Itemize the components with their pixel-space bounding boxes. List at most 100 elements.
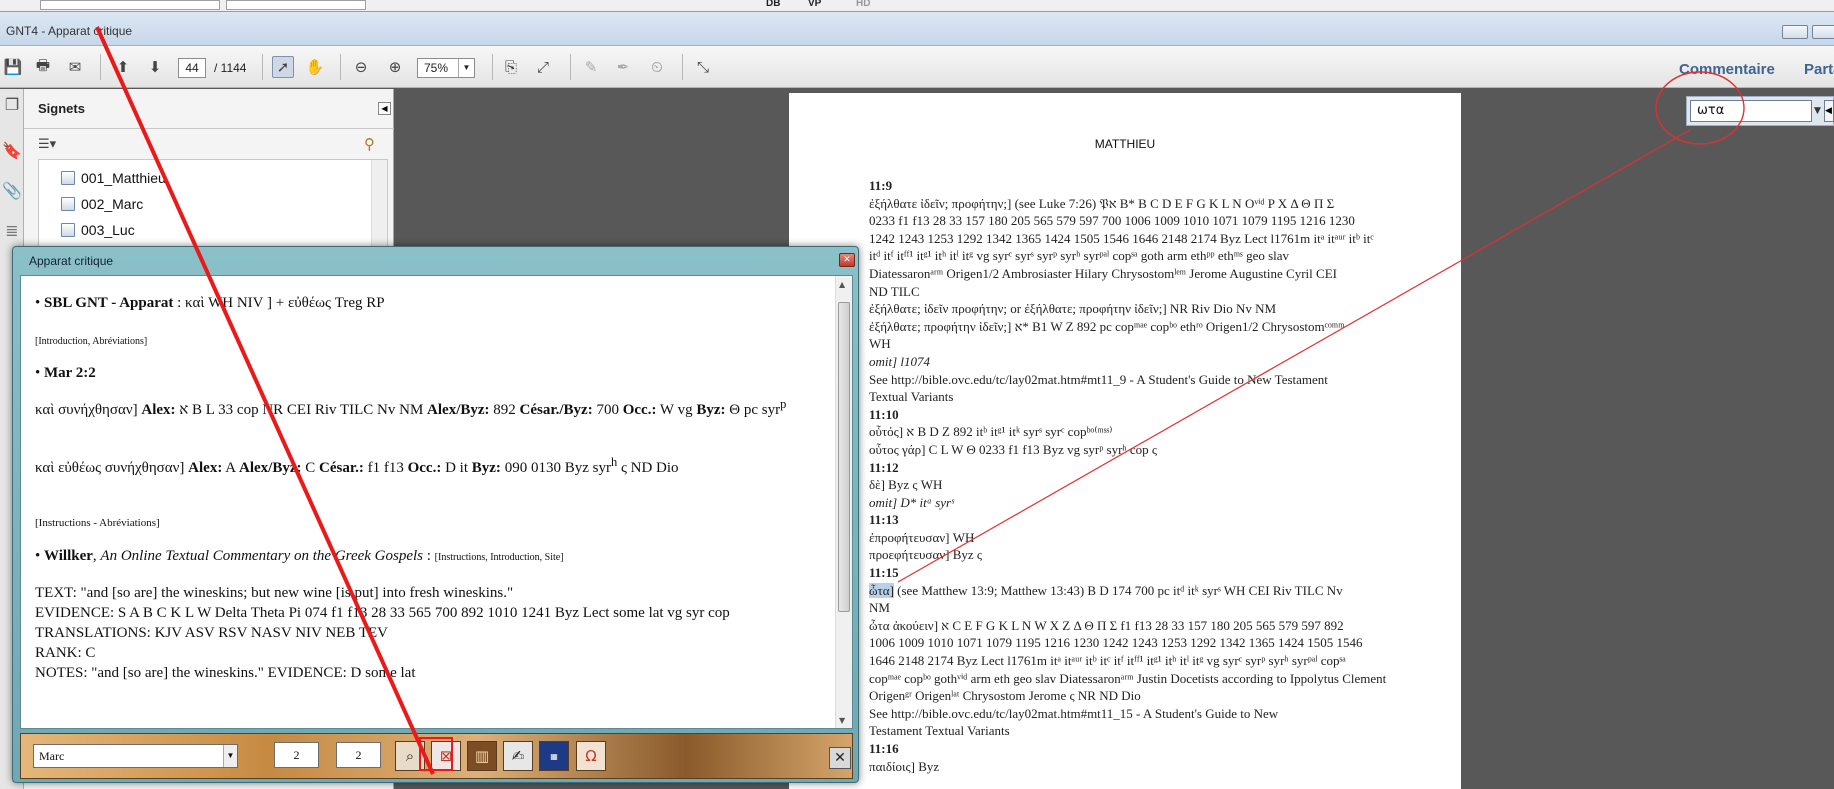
sbl-text: : καὶ WH NIV ] + εὐθέως Treg RP — [173, 295, 385, 311]
tail-witnesses: ς ND Dio — [617, 460, 679, 476]
bullet: • — [35, 548, 45, 564]
books-icon[interactable]: ▥ — [467, 741, 497, 771]
fit-page-icon[interactable]: ⎘ — [500, 56, 522, 78]
clock-icon[interactable]: ⏲ — [646, 56, 668, 78]
close-popup-icon[interactable]: ✕ — [829, 747, 851, 769]
edit-pen-icon[interactable]: ✍ — [503, 741, 533, 771]
fit-width-icon[interactable]: ⤢ — [532, 56, 554, 78]
collapse-panel-icon[interactable]: ◀ — [378, 102, 391, 115]
strip-label: VP — [808, 0, 822, 9]
bookmark-item[interactable]: 003_Luc — [61, 222, 135, 238]
alexbyz-witnesses: C — [301, 460, 319, 476]
occ-label: Occ.: — [407, 460, 442, 476]
apparatus-popup: Apparat critique ✕ • SBL GNT - Apparat :… — [12, 246, 859, 783]
expand-bookmark-icon[interactable]: ⚲ — [364, 135, 375, 153]
apparatus-icon[interactable]: ⊠ — [431, 741, 461, 771]
bullet: • — [35, 295, 45, 311]
hand-tool-icon[interactable]: ✋ — [304, 56, 326, 78]
intro-abbr-link[interactable]: [Introduction, Abréviations] — [35, 331, 147, 352]
byz-label: Byz: — [696, 402, 726, 418]
pages-icon[interactable]: ❐ — [2, 95, 22, 117]
zoom-select[interactable]: 75% ▼ — [417, 58, 475, 78]
select-cursor-icon[interactable]: ➚ — [272, 56, 294, 78]
byz-witnesses: 090 0130 Byz syr — [500, 460, 611, 476]
chevron-down-icon[interactable]: ▼ — [223, 745, 237, 767]
bookmark-options-icon[interactable]: ☰▾ — [38, 137, 56, 152]
apparatus-line: ὦτα ἀκούειν] א C E F G K L N W X Z Δ Θ Π… — [869, 617, 1344, 633]
bookmark-item[interactable]: 001_Matthieu — [61, 170, 166, 186]
sign-icon[interactable]: ✒ — [612, 56, 634, 78]
apparatus-line: προεφήτευσαν] Byz ς — [869, 547, 983, 563]
scrollbar-thumb[interactable] — [838, 302, 850, 612]
chevron-down-icon[interactable]: ▼ — [458, 59, 474, 77]
zoom-in-icon[interactable]: ⊕ — [384, 56, 406, 78]
bookmarks-header: Signets ◀ — [24, 89, 394, 129]
cesbyz-label: César./Byz: — [519, 402, 593, 418]
divider — [570, 54, 571, 80]
occ-witnesses: W vg — [656, 402, 697, 418]
apparatus-line: Origenᵍʳ Origenˡᵃᵗ Chrysostom Jerome ς N… — [869, 688, 1141, 704]
next-page-icon[interactable]: ⬇ — [144, 56, 166, 78]
apparatus-line: ἐξήλθατε; ἰδεῖν προφήτην; or ἐξήλθατε; π… — [869, 301, 1277, 317]
bookmark-icon[interactable]: 🔖 — [2, 141, 22, 163]
expand-icon[interactable]: ⤡ — [692, 56, 714, 78]
alexbyz-label: Alex/Byz: — [239, 460, 302, 476]
apparatus-line: 1242 1243 1253 1292 1342 1365 1424 1505 … — [869, 230, 1374, 246]
maximize-button[interactable] — [1812, 25, 1834, 39]
divider — [492, 54, 493, 80]
apparatus-line: ND TILC — [869, 283, 920, 299]
print-icon[interactable]: 🖶 — [32, 56, 54, 78]
byz-witnesses: Θ pc syr — [725, 402, 781, 418]
willker-line: • Willker, An Online Textual Commentary … — [35, 546, 564, 568]
apparatus-text: 11:9 ἐξήλθατε ἰδεῖν; προφήτην;] (see Luke… — [869, 177, 1389, 775]
previous-page-icon[interactable]: ⬆ — [112, 56, 134, 78]
close-icon[interactable]: ✕ — [839, 253, 855, 267]
save-icon[interactable]: 💾 — [2, 56, 24, 78]
ces-witnesses: f1 f13 — [363, 460, 408, 476]
alex-label: Alex: — [188, 460, 223, 476]
apparatus-line: ἐξήλθατε ἰδεῖν; προφήτην;] (see Luke 7:2… — [869, 195, 1335, 211]
apparatus-line: Textual Variants — [869, 389, 954, 405]
page-total: / 1144 — [214, 61, 247, 75]
edit-icon[interactable]: ✎ — [580, 56, 602, 78]
verse-input[interactable]: 2 — [336, 742, 381, 768]
apparatus-line-rest: (see Matthew 13:9; Matthew 13:43) B D 17… — [893, 582, 1343, 598]
divider — [682, 54, 683, 80]
minimize-button[interactable] — [1782, 25, 1808, 39]
popup-scrollbar[interactable]: ▲ ▼ — [835, 276, 852, 728]
verse-number: 11:15 — [869, 565, 899, 581]
find-previous-button[interactable]: ◀ — [1824, 100, 1834, 122]
scroll-down-icon[interactable]: ▼ — [839, 716, 845, 725]
apparatus-line: 1646 2148 2174 Byz Lect l1761m itᵃ itᵃᵘʳ… — [869, 653, 1346, 669]
scroll-up-icon[interactable]: ▲ — [839, 280, 845, 289]
omega-icon[interactable]: Ω — [576, 741, 606, 771]
commentaire-tab[interactable]: Commentaire — [1679, 61, 1775, 78]
bookmark-label: 001_Matthieu — [81, 170, 166, 186]
occ-witnesses: D it — [441, 460, 472, 476]
munster-institut-icon[interactable]: ▦ — [539, 741, 569, 771]
popup-content: • SBL GNT - Apparat : καὶ WH NIV ] + εὐθ… — [20, 275, 853, 729]
apparatus-line: See http://bible.ovc.edu/tc/lay02mat.htm… — [869, 371, 1328, 387]
chevron-down-icon[interactable]: ▼ — [1814, 106, 1821, 116]
partager-tab[interactable]: Parta — [1804, 61, 1834, 78]
strip-field — [40, 0, 220, 10]
email-icon[interactable]: ✉ — [64, 56, 86, 78]
bookmark-page-icon — [61, 223, 75, 237]
book-select[interactable]: Marc ▼ — [33, 744, 238, 768]
apparatus-line: παιδίοις] Byz — [869, 758, 940, 774]
bookmark-item[interactable]: 002_Marc — [61, 196, 143, 212]
attachment-icon[interactable]: 📎 — [2, 181, 22, 203]
main-toolbar: 💾 🖶 ✉ ⬆ ⬇ 44 / 1144 ➚ ✋ ⊖ ⊕ 75% ▼ ⎘ ⤢ ✎ ✒… — [0, 46, 1834, 88]
zoom-value: 75% — [424, 61, 449, 75]
instr-abbr-link[interactable]: [Instructions - Abréviations] — [35, 513, 160, 534]
zoom-out-icon[interactable]: ⊖ — [350, 56, 372, 78]
page-number-input[interactable]: 44 — [178, 58, 206, 78]
willker-links[interactable]: [Instructions, Introduction, Site] — [435, 552, 564, 563]
colon: : — [423, 548, 435, 564]
search-input[interactable]: ωτα — [1690, 100, 1812, 122]
search-magnifier-icon[interactable]: ⌕ — [395, 741, 425, 771]
popup-title: Apparat critique — [29, 254, 114, 268]
layers-icon[interactable]: ≣ — [2, 221, 22, 243]
previous-toolbar-strip: DB VP HD — [0, 0, 1834, 12]
chapter-input[interactable]: 2 — [274, 742, 319, 768]
